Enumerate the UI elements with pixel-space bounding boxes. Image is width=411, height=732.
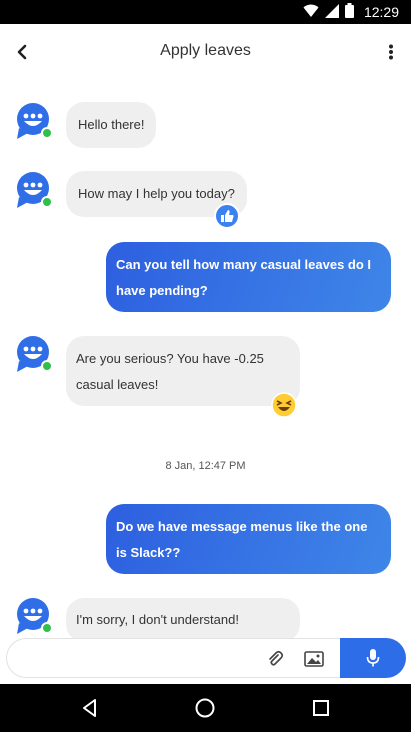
nav-recents-button[interactable] xyxy=(309,696,333,720)
status-bar: 12:29 xyxy=(0,0,411,24)
system-nav-bar xyxy=(0,684,411,732)
paperclip-icon xyxy=(269,650,284,666)
bot-message-bubble: I'm sorry, I don't understand! xyxy=(66,598,300,642)
wifi-icon xyxy=(303,4,319,21)
home-circle-icon xyxy=(195,698,215,718)
bot-avatar xyxy=(14,102,54,142)
back-triangle-icon xyxy=(83,699,96,717)
laughing-emoji-reaction-icon[interactable] xyxy=(271,392,297,418)
nav-back-button[interactable] xyxy=(78,696,102,720)
bot-message-bubble: Hello there! xyxy=(66,102,157,148)
image-icon xyxy=(304,651,324,667)
overflow-menu-button[interactable] xyxy=(379,38,403,66)
thumbs-up-reaction-icon[interactable] xyxy=(214,203,240,229)
microphone-icon xyxy=(366,649,380,667)
status-time: 12:29 xyxy=(363,4,399,20)
message-input-container xyxy=(6,638,346,678)
message-composer xyxy=(6,638,406,678)
message-input[interactable] xyxy=(21,647,265,673)
app-bar: Apply leaves xyxy=(0,24,411,80)
bot-message-bubble: Are you serious? You have -0.25 casual l… xyxy=(66,336,300,406)
more-vertical-icon xyxy=(389,44,393,60)
nav-home-button[interactable] xyxy=(193,696,217,720)
page-title: Apply leaves xyxy=(160,42,251,59)
battery-icon xyxy=(344,3,354,21)
bot-avatar xyxy=(14,171,54,211)
user-message-bubble: Do we have message menus like the one is… xyxy=(106,504,391,574)
mic-button[interactable] xyxy=(340,638,406,678)
signal-icon xyxy=(324,3,339,21)
message-timestamp: 8 Jan, 12:47 PM xyxy=(165,460,246,472)
bot-avatar xyxy=(14,597,54,637)
bot-avatar xyxy=(14,335,54,375)
image-button[interactable] xyxy=(303,649,325,669)
recents-square-icon xyxy=(313,700,329,716)
user-message-bubble: Can you tell how many casual leaves do I… xyxy=(106,242,391,312)
attach-button[interactable] xyxy=(265,649,285,669)
